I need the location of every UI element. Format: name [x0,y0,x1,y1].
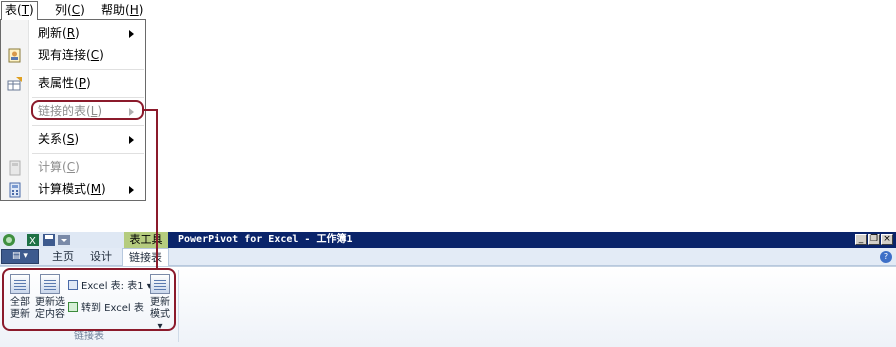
existing-connections-key: C [90,48,100,62]
menu-table[interactable]: 表(T) [1,1,38,20]
connection-icon [8,48,21,63]
table-properties-label: 表属性( [38,76,79,90]
calculation-mode-icon [9,182,21,198]
tab-linked-table[interactable]: 链接表 [122,248,169,267]
menu-table-key: T [21,3,30,17]
calculate-key: C [66,160,76,174]
powerpivot-icon[interactable] [2,233,16,247]
calculate-tail: ) [75,160,80,174]
table-tools-context: 表工具 [124,232,168,248]
refresh-key: R [66,26,76,40]
menu-column[interactable]: 列(C) [52,2,88,19]
menu-table-label: 表( [5,3,22,17]
relationships-label: 关系( [38,132,67,146]
refresh-label: 刷新( [38,26,67,40]
menu-help[interactable]: 帮助(H) [98,2,146,19]
menu-item-calculate[interactable]: 计算(C) [1,157,145,179]
menu-item-relationships[interactable]: 关系(S) [1,129,145,151]
table-properties-icon [7,77,22,91]
help-icon[interactable]: ? [880,251,892,263]
linked-table-ribbon-highlight [2,268,176,331]
table-properties-tail: ) [85,76,91,90]
menu-column-tail: ) [80,3,85,17]
menu-item-table-properties[interactable]: 表属性(P) [1,73,145,95]
customize-toolbar-icon[interactable] [58,235,70,245]
excel-icon[interactable]: X [26,233,40,247]
existing-connections-tail: ) [99,48,104,62]
menu-item-refresh[interactable]: 刷新(R) [1,23,145,45]
table-properties-key: P [78,76,86,90]
calculation-mode-label: 计算模式( [38,182,91,196]
calculation-mode-tail: ) [101,182,106,196]
tab-design[interactable]: 设计 [84,248,118,266]
restore-button[interactable]: ❐ [868,234,880,245]
ribbon-tabs: ▤ ▾ 主页 设计 链接表 ? [0,248,896,267]
menu-table-tail: ) [29,3,34,17]
calculate-label: 计算( [38,160,67,174]
linked-table-menu-highlight [31,100,144,120]
close-button[interactable]: × [881,234,893,245]
window-title-bar: X 表工具 PowerPivot for Excel - 工作簿1 _ ❐ × [0,232,896,248]
menu-item-existing-connections[interactable]: 现有连接(C) [1,45,145,67]
menu-separator [32,69,144,70]
svg-text:X: X [29,236,36,247]
tab-home[interactable]: 主页 [46,248,80,266]
submenu-arrow-icon [129,30,134,38]
menu-column-label: 列( [55,3,72,17]
calculate-icon [9,160,21,176]
menu-separator [32,125,144,126]
minimize-button[interactable]: _ [855,234,867,245]
file-menu-button[interactable]: ▤ ▾ [1,249,39,264]
linked-table-group-label: 链接表 [74,331,104,342]
calculation-mode-key: M [90,182,102,196]
menu-help-key: H [129,3,139,17]
menu-separator [32,153,144,154]
submenu-arrow-icon [129,186,134,194]
window-title: PowerPivot for Excel - 工作簿1 [178,234,353,245]
callout-connector [156,109,158,269]
menu-column-key: C [71,3,81,17]
group-separator [178,270,179,342]
menu-help-tail: ) [138,3,144,17]
submenu-arrow-icon [129,136,134,144]
quick-access-toolbar: X [0,232,124,248]
refresh-tail: ) [75,26,80,40]
menu-separator [32,97,144,98]
menu-bar: 表(T) 列(C) 帮助(H) [0,0,150,20]
existing-connections-label: 现有连接( [38,48,91,62]
relationships-tail: ) [74,132,79,146]
save-icon[interactable] [42,233,56,247]
menu-item-calculation-mode[interactable]: 计算模式(M) [1,179,145,201]
menu-help-label: 帮助( [101,3,130,17]
